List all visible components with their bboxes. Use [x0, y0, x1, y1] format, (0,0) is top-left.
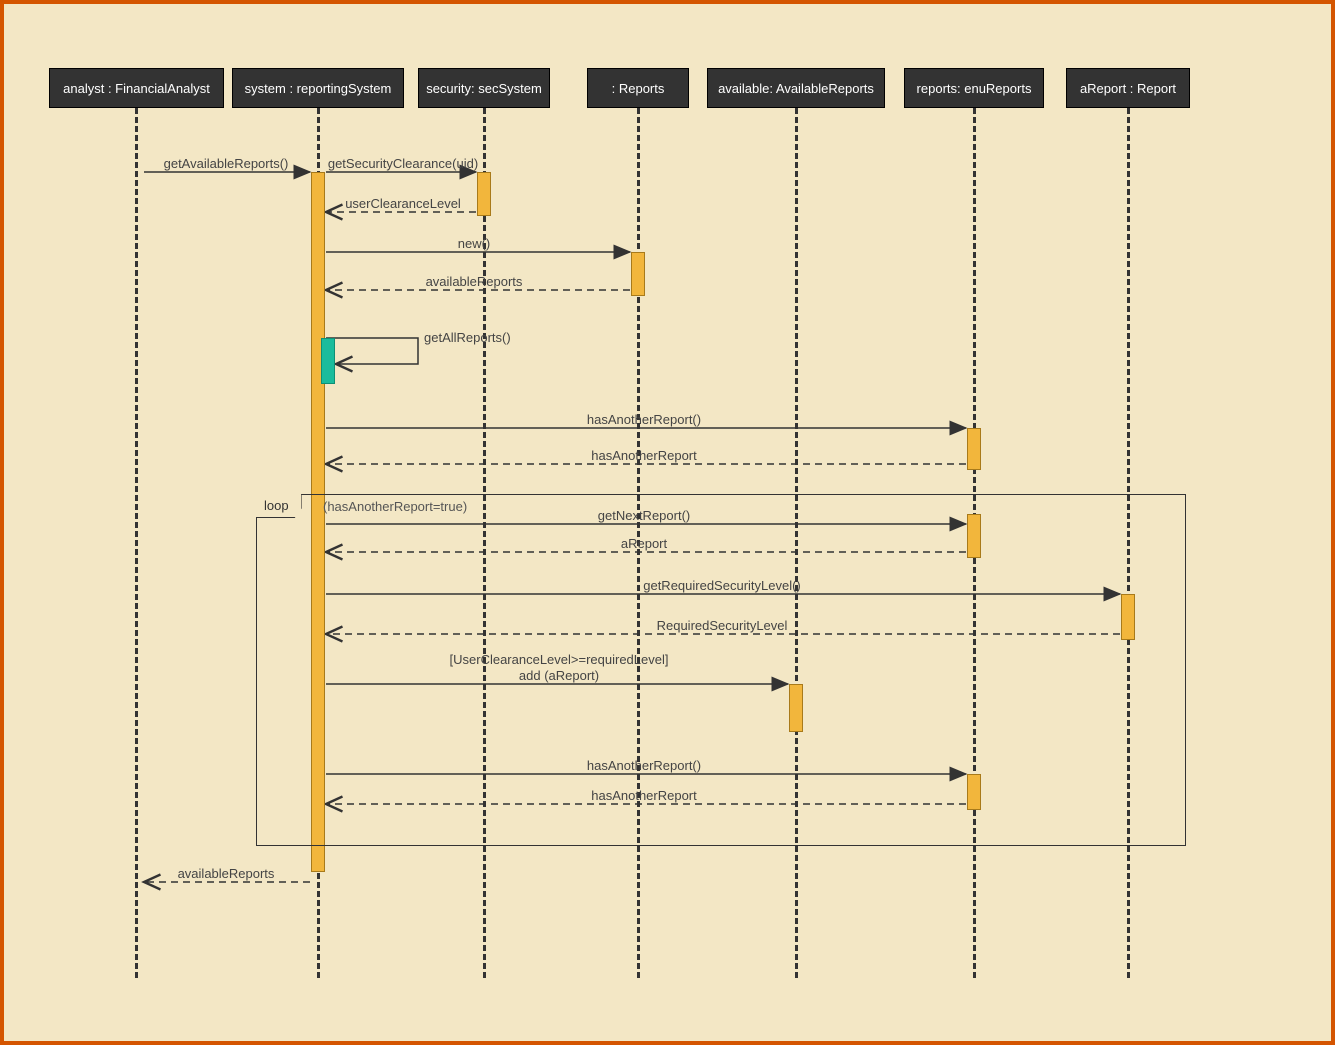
message-hasAnotherReport2: hasAnotherReport()	[587, 758, 701, 773]
participant-label: analyst : FinancialAnalyst	[63, 81, 210, 96]
participant-areport: aReport : Report	[1066, 68, 1190, 108]
message-hasAnotherReport1: hasAnotherReport()	[587, 412, 701, 427]
participant-reports: : Reports	[587, 68, 689, 108]
activation-system-self	[321, 338, 335, 384]
loop-fragment: loop (hasAnotherReport=true)	[256, 494, 1186, 846]
participant-system: system : reportingSystem	[232, 68, 404, 108]
message-availableReports1: availableReports	[426, 274, 523, 289]
participant-label: available: AvailableReports	[718, 81, 874, 96]
message-userClearanceLevel: userClearanceLevel	[345, 196, 461, 211]
message-getAvailableReports: getAvailableReports()	[164, 156, 289, 171]
message-getAllReports: getAllReports()	[424, 330, 511, 345]
message-getNextReport: getNextReport()	[598, 508, 690, 523]
message-aReport: aReport	[621, 536, 667, 551]
participant-label: aReport : Report	[1080, 81, 1176, 96]
participant-label: reports: enuReports	[917, 81, 1032, 96]
message-new: new()	[458, 236, 491, 251]
activation-enu-1	[967, 428, 981, 470]
lifeline-analyst	[135, 108, 138, 978]
message-availableReportsFinal: availableReports	[178, 866, 275, 881]
loop-guard: (hasAnotherReport=true)	[323, 499, 467, 514]
sequence-diagram-canvas: analyst : FinancialAnalyst system : repo…	[0, 0, 1335, 1045]
message-add-aReport: add (aReport)	[519, 668, 599, 683]
participant-label: : Reports	[612, 81, 665, 96]
message-getRequiredSecurityLevel: getRequiredSecurityLevel()	[643, 578, 801, 593]
participant-label: system : reportingSystem	[245, 81, 392, 96]
participant-enu: reports: enuReports	[904, 68, 1044, 108]
loop-operator-label: loop	[256, 494, 302, 518]
participant-security: security: secSystem	[418, 68, 550, 108]
loop-label-text: loop	[264, 498, 289, 513]
message-guard-clearance: [UserClearanceLevel>=requiredLevel]	[450, 652, 669, 667]
message-RequiredSecurityLevel: RequiredSecurityLevel	[657, 618, 788, 633]
participant-available: available: AvailableReports	[707, 68, 885, 108]
message-getSecurityClearance: getSecurityClearance(uid)	[328, 156, 478, 171]
loop-guard-text: (hasAnotherReport=true)	[323, 499, 467, 514]
message-hasAnotherReportR1: hasAnotherReport	[591, 448, 697, 463]
participant-label: security: secSystem	[426, 81, 542, 96]
message-hasAnotherReportR2: hasAnotherReport	[591, 788, 697, 803]
activation-security	[477, 172, 491, 216]
activation-new-reports	[631, 252, 645, 296]
participant-analyst: analyst : FinancialAnalyst	[49, 68, 224, 108]
